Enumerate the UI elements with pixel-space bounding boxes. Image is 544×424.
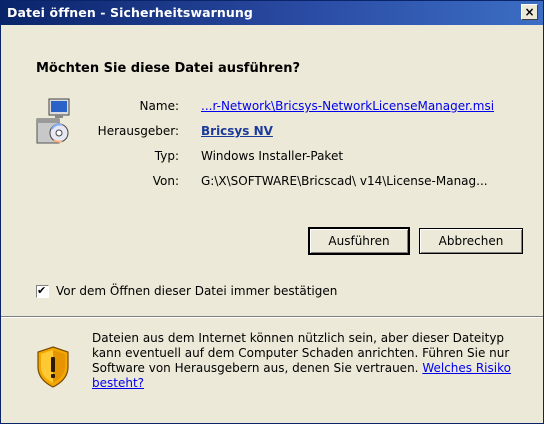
security-warning-dialog: Datei öffnen - Sicherheitswarnung × Möch… <box>0 0 544 424</box>
publisher-label: Herausgeber: <box>97 124 179 138</box>
file-name-link[interactable]: ...r-Network\Bricsys-NetworkLicenseManag… <box>201 99 494 113</box>
checkmark-icon: ✔ <box>37 284 47 297</box>
type-value: Windows Installer-Paket <box>201 149 344 163</box>
close-button[interactable]: × <box>521 4 538 20</box>
publisher-link[interactable]: Bricsys NV <box>201 124 273 138</box>
warning-text: Dateien aus dem Internet können nützlich… <box>92 331 537 391</box>
from-value: G:\X\SOFTWARE\Bricscad\ v14\License-Mana… <box>201 174 488 188</box>
type-label: Typ: <box>154 149 179 163</box>
title-bar[interactable]: Datei öffnen - Sicherheitswarnung × <box>1 1 543 25</box>
name-label: Name: <box>139 99 179 113</box>
question-heading: Möchten Sie diese Datei ausführen? <box>36 61 300 76</box>
from-label: Von: <box>152 174 179 188</box>
always-confirm-label[interactable]: Vor dem Öffnen dieser Datei immer bestät… <box>56 284 337 298</box>
always-confirm-checkbox[interactable]: ✔ <box>36 284 49 298</box>
window-title: Datei öffnen - Sicherheitswarnung <box>7 5 253 20</box>
run-button[interactable]: Ausführen <box>309 228 409 254</box>
cancel-button[interactable]: Abbrechen <box>419 228 523 254</box>
security-shield-icon <box>37 346 69 388</box>
